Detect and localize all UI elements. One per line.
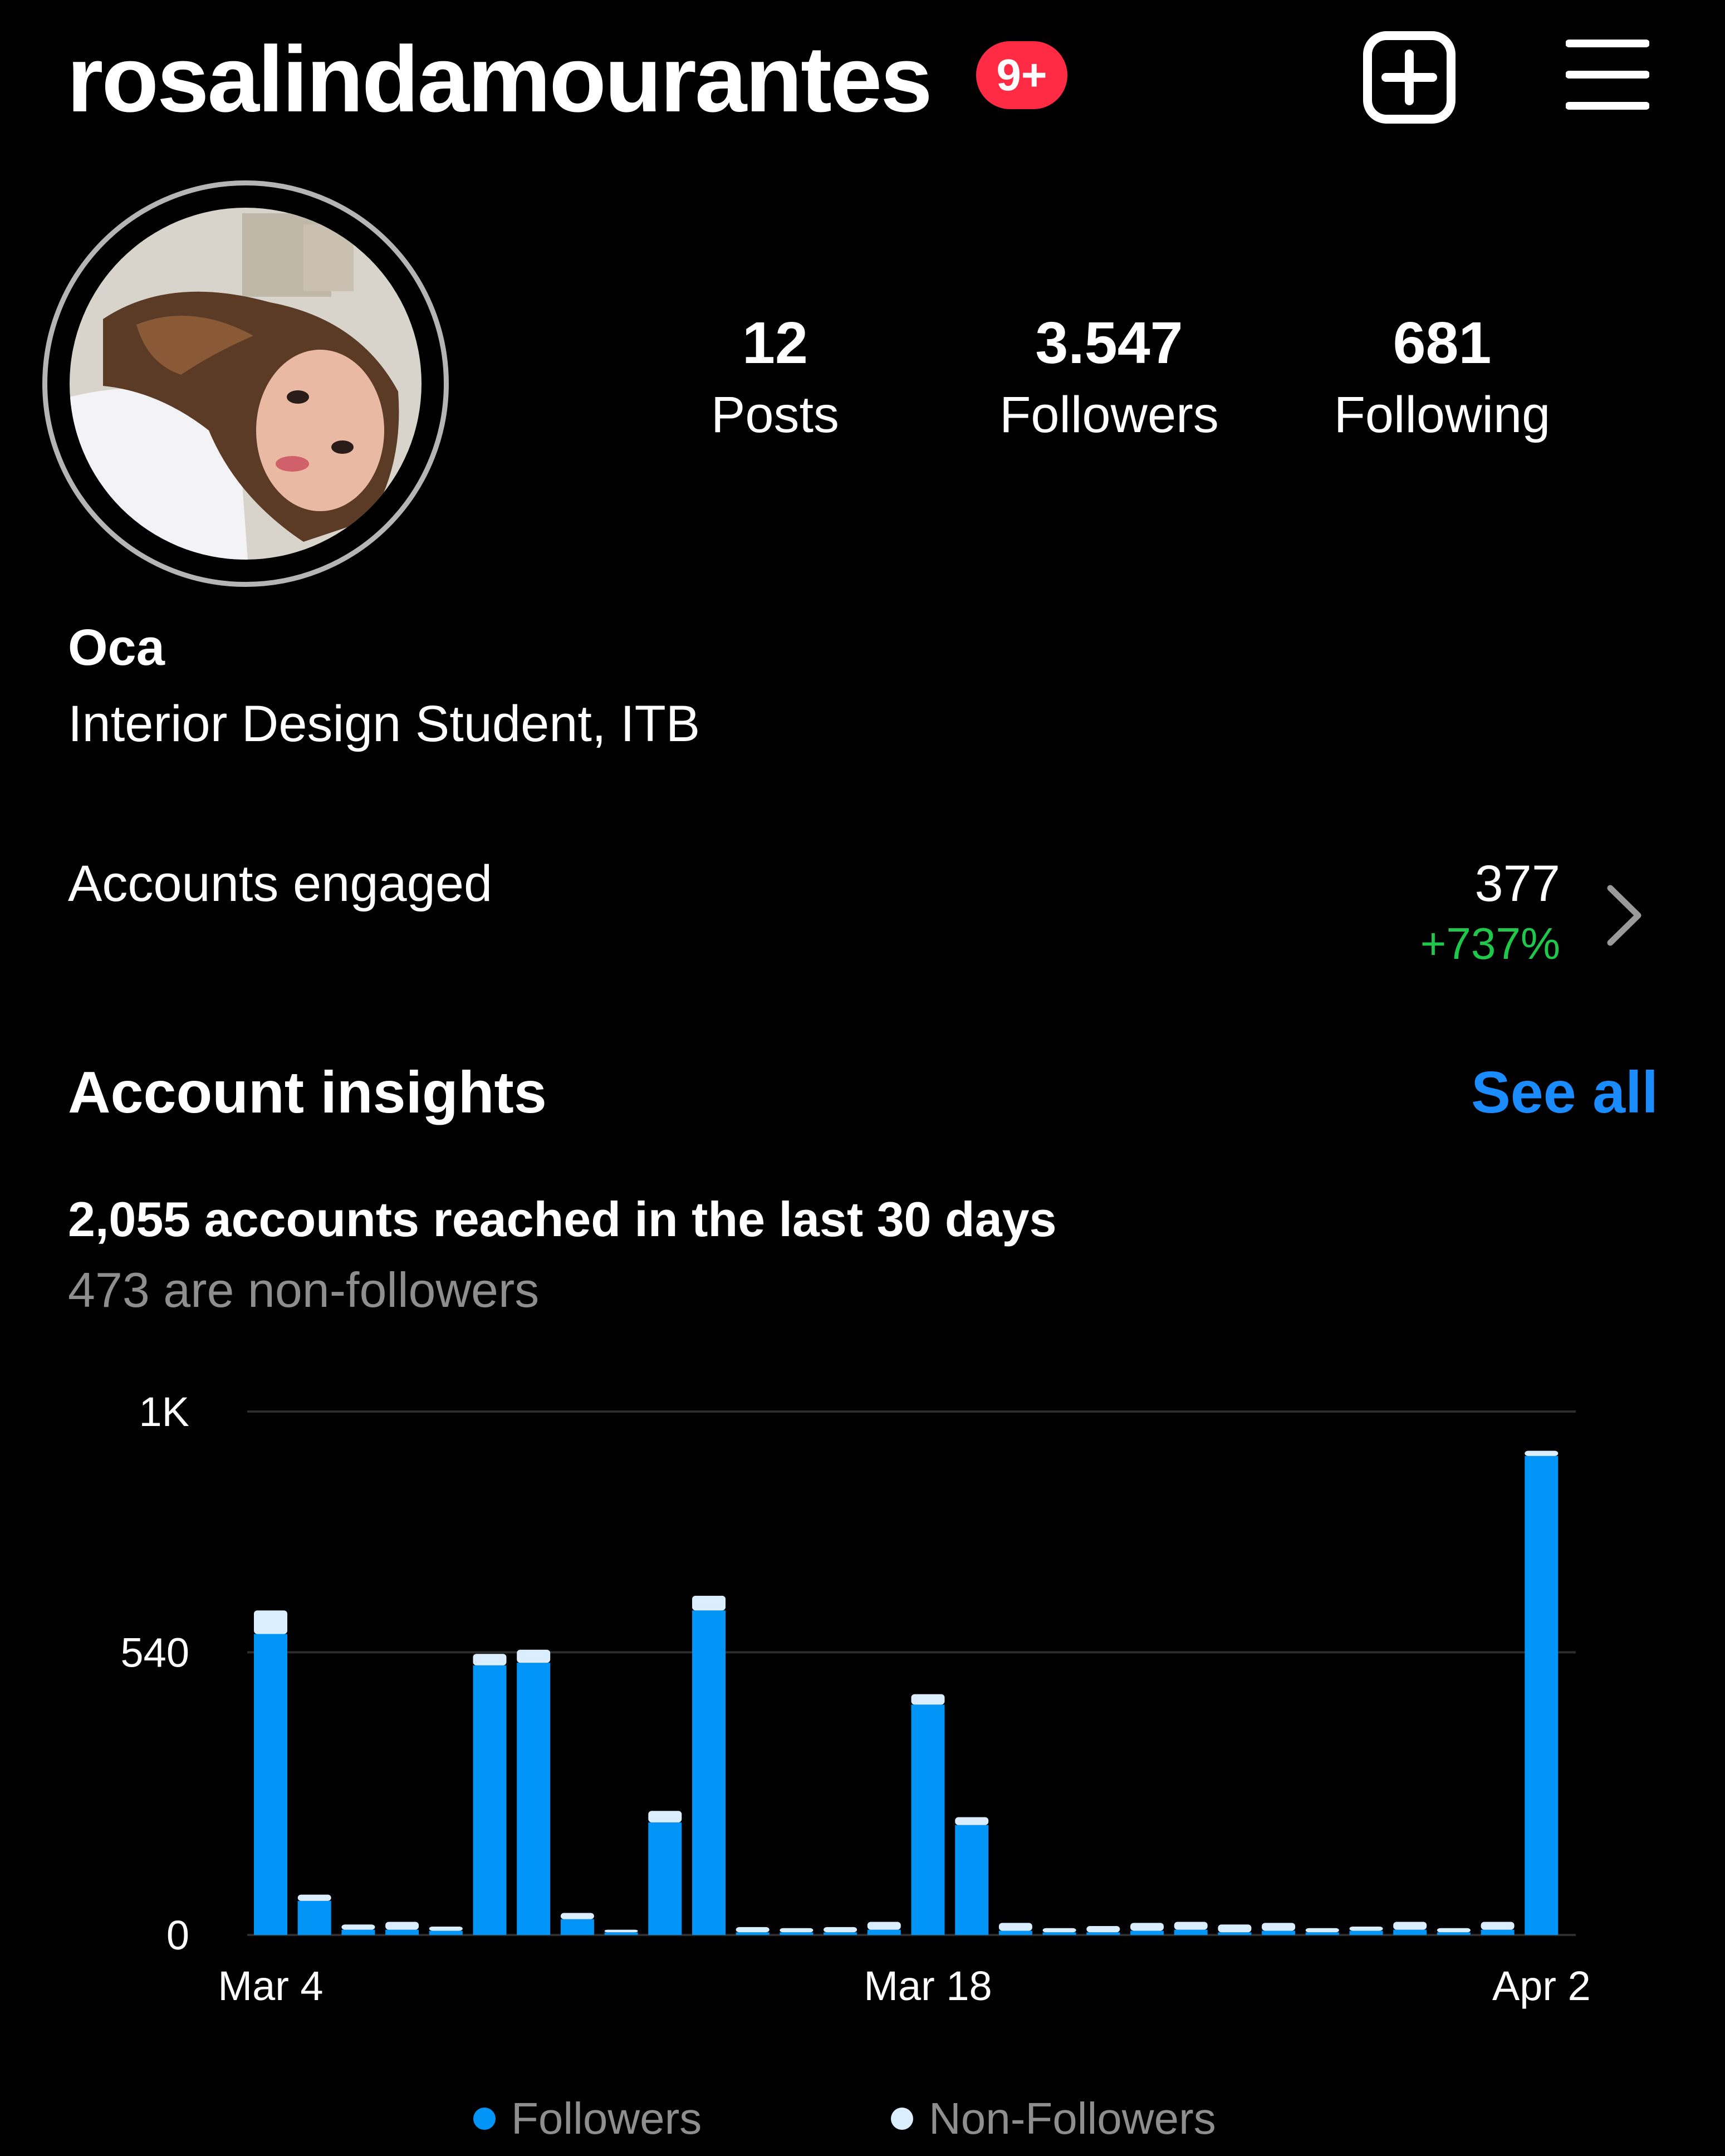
followers-dot-icon: [473, 2107, 496, 2130]
profile-bio: Interior Design Student, ITB: [68, 695, 700, 752]
legend-non-followers-label: Non-Followers: [929, 2094, 1216, 2143]
bar-followers[interactable]: [648, 1822, 682, 1935]
bar-non-followers[interactable]: [1042, 1928, 1076, 1933]
bar-followers[interactable]: [1086, 1932, 1120, 1935]
bar-followers[interactable]: [824, 1932, 857, 1935]
bar-followers[interactable]: [1130, 1930, 1164, 1935]
bar-non-followers[interactable]: [955, 1817, 989, 1825]
bar-non-followers[interactable]: [998, 1923, 1032, 1931]
y-tick-label: 0: [166, 1912, 189, 1958]
bar-non-followers[interactable]: [429, 1926, 463, 1931]
bar-non-followers[interactable]: [1174, 1922, 1208, 1930]
legend-non-followers: Non-Followers: [891, 2091, 1216, 2147]
profile-name: Oca: [68, 619, 165, 676]
x-tick-label: Mar 18: [864, 1963, 992, 2009]
bar-non-followers[interactable]: [824, 1927, 857, 1933]
bar-followers[interactable]: [1481, 1929, 1515, 1935]
bar-non-followers[interactable]: [1262, 1923, 1296, 1931]
bar-non-followers[interactable]: [1481, 1922, 1515, 1930]
avatar[interactable]: [70, 208, 422, 560]
hamburger-menu-icon[interactable]: [1565, 39, 1650, 110]
x-tick-label: Apr 2: [1492, 1963, 1591, 2009]
non-followers-dot-icon: [891, 2107, 913, 2130]
bar-non-followers[interactable]: [560, 1913, 594, 1919]
bar-followers[interactable]: [780, 1932, 814, 1935]
bar-non-followers[interactable]: [1349, 1926, 1383, 1931]
bar-followers[interactable]: [955, 1825, 989, 1935]
x-tick-label: Mar 4: [218, 1963, 323, 2009]
bar-followers[interactable]: [1525, 1456, 1559, 1935]
bar-followers[interactable]: [911, 1704, 945, 1935]
bar-followers[interactable]: [517, 1663, 551, 1935]
bar-non-followers[interactable]: [911, 1694, 945, 1705]
bar-followers[interactable]: [385, 1929, 419, 1935]
bar-followers[interactable]: [429, 1930, 463, 1935]
bar-followers[interactable]: [736, 1932, 770, 1935]
bar-non-followers[interactable]: [297, 1894, 331, 1901]
posts-label[interactable]: Posts: [664, 384, 886, 445]
plus-square-icon[interactable]: [1363, 31, 1456, 124]
bar-followers[interactable]: [1305, 1932, 1339, 1935]
notification-badge[interactable]: 9+: [976, 41, 1067, 109]
bar-followers[interactable]: [692, 1610, 726, 1935]
bar-followers[interactable]: [1262, 1930, 1296, 1935]
bar-followers[interactable]: [560, 1919, 594, 1935]
bar-followers[interactable]: [604, 1932, 638, 1935]
bar-non-followers[interactable]: [341, 1924, 375, 1930]
bar-followers[interactable]: [1218, 1932, 1252, 1935]
bar-followers[interactable]: [297, 1900, 331, 1935]
posts-count[interactable]: 12: [664, 310, 886, 376]
bar-followers[interactable]: [1393, 1929, 1427, 1935]
bar-non-followers[interactable]: [1305, 1928, 1339, 1933]
accounts-engaged-label[interactable]: Accounts engaged: [68, 853, 492, 914]
bar-non-followers[interactable]: [1218, 1924, 1252, 1933]
bar-non-followers[interactable]: [648, 1811, 682, 1822]
y-tick-label: 540: [121, 1629, 189, 1675]
bar-followers[interactable]: [1437, 1932, 1471, 1935]
bar-non-followers[interactable]: [254, 1610, 287, 1634]
bar-non-followers[interactable]: [867, 1922, 901, 1930]
see-all-link[interactable]: See all: [1471, 1058, 1658, 1128]
username-title[interactable]: rosalindamourantes: [67, 29, 933, 129]
accounts-engaged-change: +737%: [1420, 919, 1560, 968]
bar-followers[interactable]: [1042, 1932, 1076, 1935]
account-insights-heading: Account insights: [68, 1060, 547, 1125]
followers-count[interactable]: 3.547: [970, 310, 1248, 376]
bar-non-followers[interactable]: [1525, 1451, 1559, 1456]
bar-followers[interactable]: [473, 1665, 507, 1935]
following-label[interactable]: Following: [1303, 384, 1581, 445]
bar-followers[interactable]: [998, 1930, 1032, 1935]
y-tick-label: 1K: [139, 1389, 189, 1435]
bar-non-followers[interactable]: [736, 1927, 770, 1933]
bar-followers[interactable]: [867, 1929, 901, 1935]
legend-followers: Followers: [473, 2091, 702, 2147]
bar-non-followers[interactable]: [385, 1922, 419, 1930]
chevron-right-icon[interactable]: [1603, 883, 1647, 948]
bar-followers[interactable]: [341, 1929, 375, 1935]
bar-non-followers[interactable]: [1437, 1928, 1471, 1933]
bar-followers[interactable]: [254, 1634, 287, 1935]
bar-non-followers[interactable]: [780, 1928, 814, 1933]
legend-followers-label: Followers: [511, 2094, 702, 2143]
following-count[interactable]: 681: [1303, 310, 1581, 376]
bar-non-followers[interactable]: [604, 1929, 638, 1933]
bar-non-followers[interactable]: [1130, 1923, 1164, 1931]
bar-non-followers[interactable]: [692, 1595, 726, 1611]
bar-followers[interactable]: [1349, 1930, 1383, 1935]
bar-non-followers[interactable]: [473, 1654, 507, 1665]
reach-bar-chart: 1K 540 0 Mar 4 Mar 18 Apr 2: [121, 1389, 1591, 2009]
bar-non-followers[interactable]: [517, 1649, 551, 1663]
bar-followers[interactable]: [1174, 1929, 1208, 1935]
bar-non-followers[interactable]: [1086, 1926, 1120, 1933]
accounts-engaged-value: 377: [1474, 855, 1561, 912]
bar-non-followers[interactable]: [1393, 1922, 1427, 1930]
non-followers-text: 473 are non-followers: [68, 1262, 540, 1317]
followers-label[interactable]: Followers: [970, 384, 1248, 445]
accounts-reached-text: 2,055 accounts reached in the last 30 da…: [68, 1192, 1057, 1247]
